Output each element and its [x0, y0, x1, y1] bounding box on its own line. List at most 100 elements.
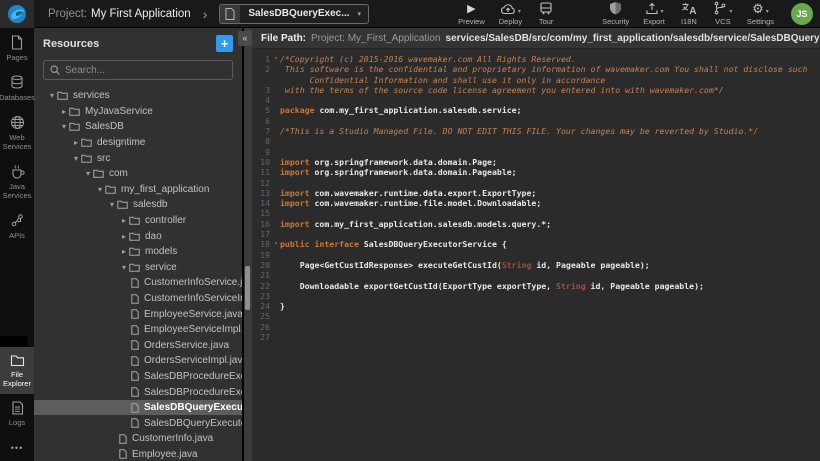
project-name[interactable]: My First Application [91, 8, 191, 20]
deploy-button[interactable]: ▾ Deploy [494, 0, 527, 28]
code-text: /*Copyright (c) 2015-2016 wavemaker.com … [280, 54, 576, 64]
cloud-upload-icon [500, 2, 516, 15]
fold-marker-icon [272, 322, 280, 332]
collapse-panel-button[interactable]: « [238, 31, 252, 46]
line-number: 21 [252, 270, 272, 280]
line-number: 15 [252, 208, 272, 218]
tree-row[interactable]: OrdersService.java [34, 338, 242, 354]
fold-marker-icon [272, 157, 280, 167]
code-line: 23 [252, 291, 820, 301]
tree-row[interactable]: EmployeeService.java [34, 306, 242, 322]
code-line: 8 [252, 136, 820, 146]
code-line: 12 [252, 178, 820, 188]
tree-row[interactable]: ▾ salesdb [34, 197, 242, 213]
wavemaker-studio: Project: My First Application › SalesDBQ… [0, 0, 820, 461]
tree-item-label: SalesDBProcedureExecutorService.java [144, 371, 242, 382]
line-number: 6 [252, 116, 272, 126]
wavemaker-logo[interactable] [0, 0, 34, 28]
line-number: 12 [252, 178, 272, 188]
fold-marker-icon [272, 167, 280, 177]
tree-row[interactable]: OrdersServiceImpl.java [34, 353, 242, 369]
tree-row[interactable]: ▾ com [34, 166, 242, 182]
tree-row[interactable]: Employee.java [34, 447, 242, 461]
tree-row[interactable]: ▾ src [34, 150, 242, 166]
tour-button[interactable]: Tour [531, 0, 561, 28]
line-number: 8 [252, 136, 272, 146]
security-button[interactable]: Security [597, 0, 634, 28]
tree-arrow-icon: ▾ [83, 169, 93, 178]
folder-icon [57, 91, 68, 100]
preview-button[interactable]: ▶ Preview [453, 0, 490, 28]
tree-item-label: my_first_application [121, 184, 209, 195]
fold-marker-icon [272, 105, 280, 115]
sidebar-item-file-explorer[interactable]: File Explorer [0, 347, 34, 394]
tree-row[interactable]: SalesDBQueryExecutorServiceImpl.java [34, 415, 242, 431]
code-area[interactable]: 1 ▾ /*Copyright (c) 2015-2016 wavemaker.… [252, 49, 820, 461]
tree-row[interactable]: SalesDBQueryExecutorService.java [34, 400, 242, 416]
fold-marker-icon [272, 136, 280, 146]
tree-row[interactable]: ▾ service [34, 260, 242, 276]
tree-row[interactable]: ▾ SalesDB [34, 119, 242, 135]
code-line: 11 import org.springframework.data.domai… [252, 167, 820, 177]
export-button[interactable]: ▾ Export [638, 0, 670, 28]
i18n-button[interactable]: A I18N [674, 0, 704, 28]
tree-row[interactable]: ▸ controller [34, 213, 242, 229]
tree-row[interactable]: CustomerInfo.java [34, 431, 242, 447]
line-number: 23 [252, 291, 272, 301]
tree-item-label: designtime [97, 137, 145, 148]
tree-row[interactable]: SalesDBProcedureExecutorServiceImpl.java [34, 384, 242, 400]
user-avatar[interactable]: JS [791, 3, 813, 25]
tree-arrow-icon: ▾ [59, 122, 69, 131]
sidebar-item-apis[interactable]: APIs [0, 206, 34, 246]
tree-arrow-icon: ▾ [71, 154, 81, 163]
fold-marker-icon [272, 147, 280, 157]
tree-row[interactable]: SalesDBProcedureExecutorService.java [34, 369, 242, 385]
sidebar-item-logs[interactable]: Logs [0, 394, 34, 433]
shield-icon [609, 1, 622, 15]
file-icon [131, 403, 139, 413]
tree-row[interactable]: ▸ designtime [34, 135, 242, 151]
line-number: 3 [252, 85, 272, 95]
page-icon [10, 35, 24, 50]
panel-splitter[interactable] [242, 28, 252, 461]
code-text: import com.wavemaker.runtime.data.export… [280, 188, 536, 198]
code-line: 20 Page<GetCustIdResponse> executeGetCus… [252, 260, 820, 270]
tree-row[interactable]: ▾ services [34, 88, 242, 104]
file-icon [131, 294, 139, 304]
tree-row[interactable]: ▾ my_first_application [34, 182, 242, 198]
open-file-dropdown[interactable]: SalesDBQueryExec... ▾ [219, 4, 369, 24]
folder-icon [129, 232, 140, 241]
sidebar-item-pages[interactable]: Pages [0, 28, 34, 68]
code-text: import com.my_first_application.salesdb.… [280, 219, 551, 229]
folder-icon [129, 216, 140, 225]
line-number: 11 [252, 167, 272, 177]
tree-item-label: com [109, 168, 128, 179]
tree-scrollbar-thumb[interactable] [245, 266, 250, 310]
tree-row[interactable]: ▸ models [34, 244, 242, 260]
branch-icon [713, 1, 727, 15]
code-text: } [280, 301, 285, 311]
tree-row[interactable]: ▸ dao [34, 228, 242, 244]
settings-button[interactable]: ⚙ ▾ Settings [742, 0, 779, 28]
sidebar-item-databases[interactable]: Databases [0, 68, 34, 108]
search-input[interactable] [65, 65, 226, 76]
code-text: Confidential Information and shall use i… [280, 75, 605, 85]
line-number [252, 75, 272, 85]
folder-icon [129, 247, 140, 256]
sidebar-item-web-services[interactable]: Web Services [0, 108, 34, 157]
add-resource-button[interactable]: + [216, 35, 233, 52]
vcs-button[interactable]: ▾ VCS [708, 0, 738, 28]
tree-row[interactable]: CustomerInfoServiceImpl.java [34, 291, 242, 307]
tree-row[interactable]: CustomerInfoService.java [34, 275, 242, 291]
fold-marker-icon [272, 75, 280, 85]
tree-row[interactable]: EmployeeServiceImpl.java [34, 322, 242, 338]
tree-arrow-icon: ▾ [47, 91, 57, 100]
more-options-icon[interactable]: ••• [0, 433, 34, 457]
fold-marker-icon [272, 311, 280, 321]
tree-row[interactable]: ▸ MyJavaService [34, 104, 242, 120]
sidebar-item-java-services[interactable]: Java Services [0, 157, 34, 206]
fold-marker-icon [272, 188, 280, 198]
file-icon [131, 418, 139, 428]
code-line: 6 [252, 116, 820, 126]
folder-icon [69, 122, 80, 131]
